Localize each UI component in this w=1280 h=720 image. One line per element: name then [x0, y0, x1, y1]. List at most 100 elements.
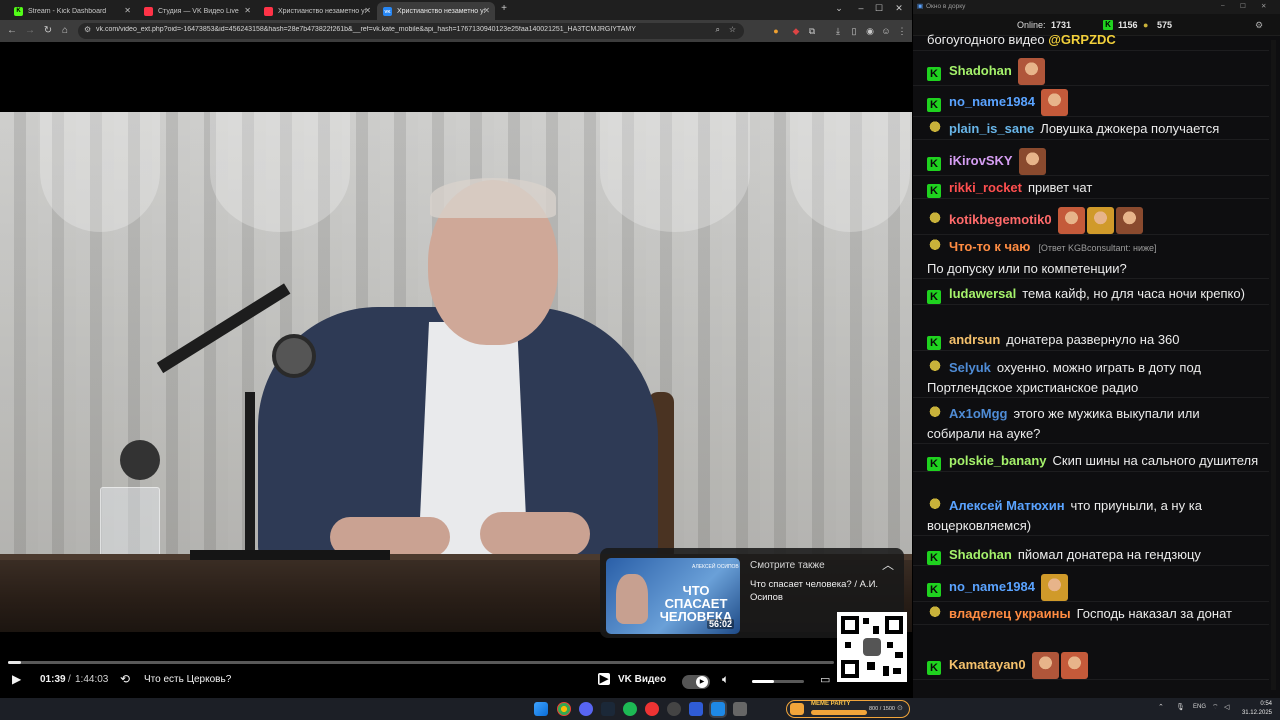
chapter-icon[interactable]: ⟲ [120, 672, 130, 686]
bookmark-star-icon[interactable]: ☆ [729, 25, 736, 34]
minimize-icon[interactable]: – [1221, 2, 1225, 9]
related-video-title[interactable]: Что спасает человека? / А.И. Осипов [750, 578, 895, 604]
chat-username[interactable]: Shadohan [949, 63, 1012, 78]
chat-message-body: владелец украины Господь наказал за донат [913, 600, 1269, 624]
close-tab-icon[interactable]: ✕ [244, 6, 251, 15]
chat-username[interactable]: ludawersal [949, 286, 1016, 301]
mic-icon[interactable]: 🎙︎ [1176, 703, 1185, 711]
chat-message-body: Алексей Матюхин что приуныли, а ну ка воц… [913, 492, 1269, 535]
obs-icon[interactable] [667, 702, 681, 716]
spotify-icon[interactable] [623, 702, 637, 716]
app-gray-icon[interactable] [733, 702, 747, 716]
chat-message: K Shadohan пйомал донатера на гендзюцу [913, 541, 1269, 566]
chat-username[interactable]: Shadohan [949, 547, 1012, 562]
split-view-icon[interactable]: ▯ [848, 25, 860, 37]
extensions-puzzle-icon[interactable]: ⧉ [806, 25, 818, 37]
subtitles-icon[interactable]: ▭ [820, 673, 830, 686]
chat-username[interactable]: владелец украины [949, 606, 1071, 621]
emote-icon [1060, 652, 1088, 679]
site-info-icon[interactable]: ⚙ [84, 25, 91, 34]
kick-badge-icon: K [927, 582, 941, 597]
close-tab-icon[interactable]: ✕ [483, 6, 490, 15]
video-player[interactable]: АЛЕКСЕЙ ОСИПОВ ЧТО СПАСАЕТ ЧЕЛОВЕКА 56:0… [0, 42, 912, 698]
discord-icon[interactable] [579, 702, 593, 716]
maximize-icon[interactable]: ☐ [872, 3, 886, 14]
tab-video-active[interactable]: VK Христианство незаметно ухо ✕ [377, 2, 495, 20]
new-tab-button[interactable]: + [497, 3, 511, 14]
chat-message-fragment: богоугодного видео @GRPZDC [913, 30, 1269, 51]
chat-scrollbar[interactable] [1271, 40, 1276, 690]
chat-username[interactable]: iKirovSKY [949, 153, 1013, 168]
home-icon[interactable]: ⌂ [59, 25, 71, 37]
chat-username[interactable]: no_name1984 [949, 579, 1035, 594]
reply-reference[interactable]: [Ответ KGBconsultant: ниже] [1038, 243, 1156, 253]
meme-party-widget[interactable]: MEME PARTY 800 / 1500 ⊙ [786, 700, 910, 718]
chat-username[interactable]: polskie_banany [949, 453, 1047, 468]
chat-message: Kludawersal тема кайф, но для часа ночи к… [913, 280, 1269, 305]
brand-label[interactable]: VK Видео [618, 674, 666, 685]
download-icon[interactable]: ⤓ [832, 25, 844, 37]
chat-username[interactable]: Selyuk [949, 360, 991, 375]
chapter-title[interactable]: Что есть Церковь? [144, 674, 231, 685]
extension-icon[interactable]: ● [770, 25, 782, 37]
profile-icon[interactable]: ◉ [864, 25, 876, 37]
volume-icon[interactable]: 🔈︎ [722, 672, 729, 687]
mention[interactable]: @GRPZDC [1048, 32, 1116, 47]
forward-icon[interactable]: → [24, 25, 36, 37]
app-red-icon[interactable] [645, 702, 659, 716]
chat-username[interactable]: no_name1984 [949, 94, 1035, 109]
account-icon[interactable]: ☺ [880, 25, 892, 37]
tab-search-icon[interactable]: ⌄ [832, 3, 846, 14]
reload-icon[interactable]: ↻ [42, 25, 54, 37]
speaker-icon[interactable]: ◁ [1224, 703, 1229, 711]
url-text[interactable]: vk.com/video_ext.php?oid=-16473853&id=45… [96, 26, 706, 33]
active-app-icon[interactable] [711, 702, 725, 716]
chevron-up-icon[interactable]: ︿ [882, 556, 894, 573]
steam-icon[interactable] [601, 702, 615, 716]
close-window-icon[interactable]: ✕ [892, 3, 906, 14]
language-indicator[interactable]: ENG [1193, 704, 1206, 710]
play-icon[interactable]: ▶ [12, 672, 21, 686]
chat-username[interactable]: plain_is_sane [949, 121, 1034, 136]
chat-username[interactable]: Что-то к чаю [949, 239, 1030, 254]
chat-username[interactable]: rikki_rocket [949, 180, 1022, 195]
progress-bar[interactable] [8, 661, 834, 664]
autoplay-toggle[interactable]: ▶ [682, 675, 710, 689]
close-tab-icon[interactable]: ✕ [364, 6, 371, 15]
chat-message: Что-то к чаю [Ответ KGBconsultant: ниже] П… [913, 233, 1269, 279]
chat-message-body: Kno_name1984 [913, 85, 1269, 116]
emote-icon [1115, 207, 1143, 234]
back-icon[interactable]: ← [6, 25, 18, 37]
tab-vk-studio[interactable]: Студия — VK Видео Live ✕ [138, 2, 256, 20]
start-windows-icon[interactable] [534, 702, 548, 716]
address-bar[interactable]: ⚙ vk.com/video_ext.php?oid=-16473853&id=… [78, 23, 744, 39]
tray-chevron-icon[interactable]: ⌃ [1158, 703, 1164, 711]
chat-message-list[interactable]: богоугодного видео @GRPZDC K Shadohan Kno_n… [913, 30, 1269, 680]
chat-username[interactable]: andrsun [949, 332, 1000, 347]
volume-slider[interactable] [752, 680, 804, 683]
menu-dots-icon[interactable]: ⋮ [896, 25, 908, 37]
vk-favicon-icon: VK [383, 6, 392, 16]
tab-kick-dashboard[interactable]: K Stream - Kick Dashboard ✕ [8, 2, 136, 20]
media-icon[interactable] [689, 702, 703, 716]
chat-username[interactable]: Алексей Матюхин [949, 498, 1065, 513]
chat-username[interactable]: kotikbegemotik0 [949, 212, 1052, 227]
minimize-icon[interactable]: – [854, 3, 868, 13]
chrome-icon[interactable] [557, 702, 571, 716]
extension-badge-icon[interactable]: ◆ [790, 25, 802, 37]
wifi-icon[interactable]: ⌔ [1212, 703, 1219, 712]
close-window-icon[interactable]: ✕ [1261, 2, 1266, 10]
close-tab-icon[interactable]: ✕ [124, 6, 131, 15]
chat-message-body: K Shadohan [913, 54, 1269, 85]
maximize-icon[interactable]: ☐ [1240, 2, 1246, 10]
zoom-icon[interactable]: ⌕ [716, 25, 720, 35]
chat-username[interactable]: Ax1oMgg [949, 406, 1008, 421]
mic-arm [156, 283, 291, 374]
see-also-heading: Смотрите также [750, 560, 825, 571]
meme-progress [811, 710, 867, 715]
related-video-thumbnail[interactable]: АЛЕКСЕЙ ОСИПОВ ЧТО СПАСАЕТ ЧЕЛОВЕКА 56:0… [606, 558, 740, 634]
chat-username[interactable]: Kamatayan0 [949, 657, 1026, 672]
clock[interactable]: 0:54 31.12.2025 [1236, 700, 1272, 718]
meme-settings-icon[interactable]: ⊙ [897, 704, 903, 712]
tab-video-1[interactable]: Христианство незаметно ухо ✕ [258, 2, 376, 20]
